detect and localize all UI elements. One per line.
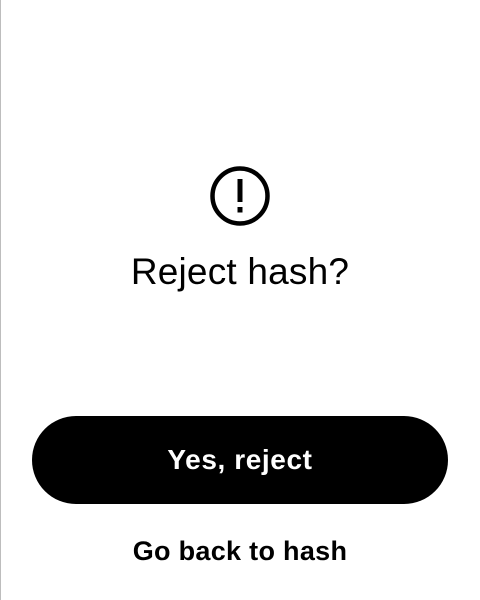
window-left-border [0,0,1,600]
yes-reject-button[interactable]: Yes, reject [32,416,448,504]
exclamation-circle-icon [210,166,270,226]
dialog-title: Reject hash? [130,251,350,292]
go-back-to-hash-button[interactable]: Go back to hash [0,528,480,574]
